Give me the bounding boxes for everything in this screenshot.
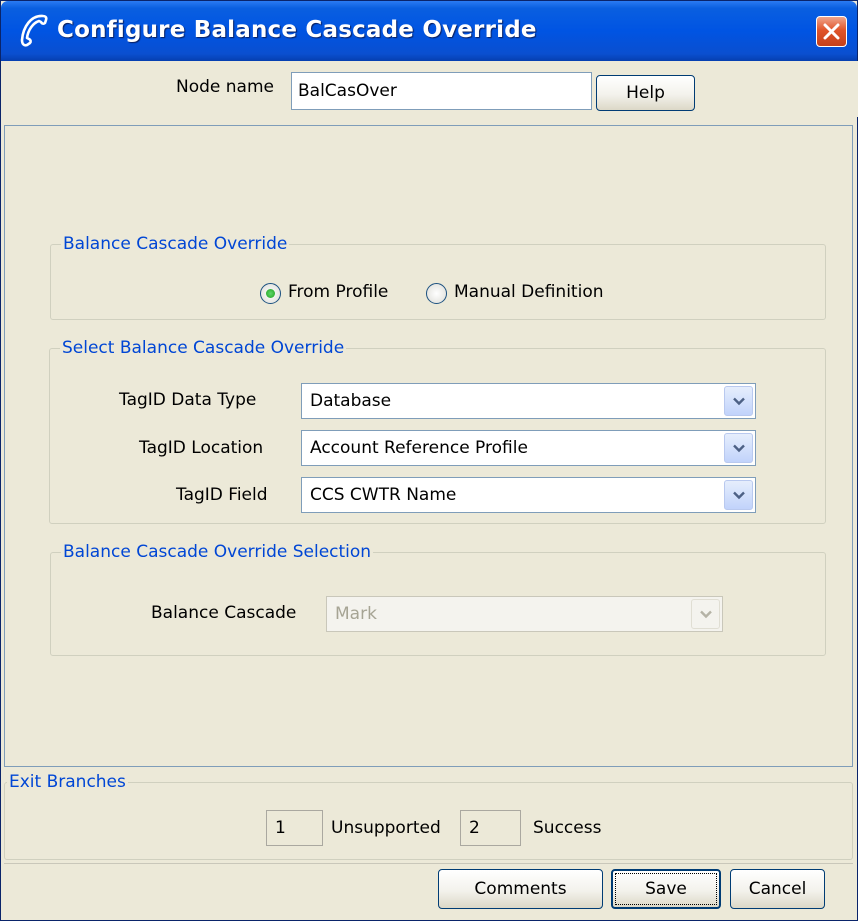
radio-from-profile[interactable] <box>260 283 281 304</box>
radio-manual-definition[interactable] <box>426 283 447 304</box>
exit-branch-number: 1 <box>266 810 323 846</box>
chevron-down-icon <box>733 491 745 500</box>
group-legend: Select Balance Cascade Override <box>62 338 345 358</box>
comments-button[interactable]: Comments <box>438 869 603 909</box>
exit-branch-label: Success <box>533 818 602 838</box>
configuration-panel: Balance Cascade Override From Profile Ma… <box>4 125 853 767</box>
close-button[interactable] <box>816 16 847 47</box>
chevron-down-icon <box>733 444 745 453</box>
dialog-window: Configure Balance Cascade Override Node … <box>0 0 858 921</box>
phone-handset-icon <box>20 14 48 47</box>
tagid-data-type-dropdown[interactable]: Database <box>301 383 756 419</box>
node-name-label: Node name <box>176 77 274 97</box>
window-title: Configure Balance Cascade Override <box>57 17 537 43</box>
balance-cascade-override-group: Balance Cascade Override <box>50 234 826 320</box>
dropdown-arrow-button[interactable] <box>724 386 753 416</box>
tagid-field-label: TagID Field <box>176 485 268 505</box>
exit-branches-group: Exit Branches <box>4 772 853 860</box>
exit-branch-label: Unsupported <box>331 818 441 838</box>
help-button[interactable]: Help <box>596 75 695 111</box>
tagid-location-label: TagID Location <box>139 438 264 458</box>
exit-branch-number: 2 <box>460 810 521 846</box>
radio-label-from-profile: From Profile <box>288 282 389 302</box>
save-button[interactable]: Save <box>611 869 721 909</box>
group-legend: Balance Cascade Override <box>63 234 288 254</box>
dropdown-value: Account Reference Profile <box>310 438 528 458</box>
group-legend: Balance Cascade Override Selection <box>63 542 372 562</box>
dropdown-value: CCS CWTR Name <box>310 485 457 505</box>
radio-label-manual-definition: Manual Definition <box>454 282 604 302</box>
dropdown-value: Database <box>310 391 392 411</box>
dropdown-arrow-button <box>691 599 720 629</box>
tagid-location-dropdown[interactable]: Account Reference Profile <box>301 430 756 466</box>
balance-cascade-dropdown[interactable]: Mark <box>326 596 723 632</box>
node-name-input[interactable]: BalCasOver <box>291 72 592 110</box>
close-icon <box>823 23 840 40</box>
dropdown-value: Mark <box>335 604 377 624</box>
radio-selected-dot <box>266 289 275 298</box>
group-legend: Exit Branches <box>9 772 126 792</box>
button-bar <box>4 863 853 919</box>
balance-cascade-label: Balance Cascade <box>151 603 297 623</box>
cancel-button[interactable]: Cancel <box>730 869 825 909</box>
tagid-data-type-label: TagID Data Type <box>119 390 257 410</box>
chevron-down-icon <box>733 397 745 406</box>
node-name-bar: Node name BalCasOver Help <box>2 61 858 117</box>
chevron-down-icon <box>700 610 712 619</box>
title-bar[interactable]: Configure Balance Cascade Override <box>1 1 857 61</box>
dropdown-arrow-button[interactable] <box>724 480 753 510</box>
dropdown-arrow-button[interactable] <box>724 433 753 463</box>
tagid-field-dropdown[interactable]: CCS CWTR Name <box>301 477 756 513</box>
